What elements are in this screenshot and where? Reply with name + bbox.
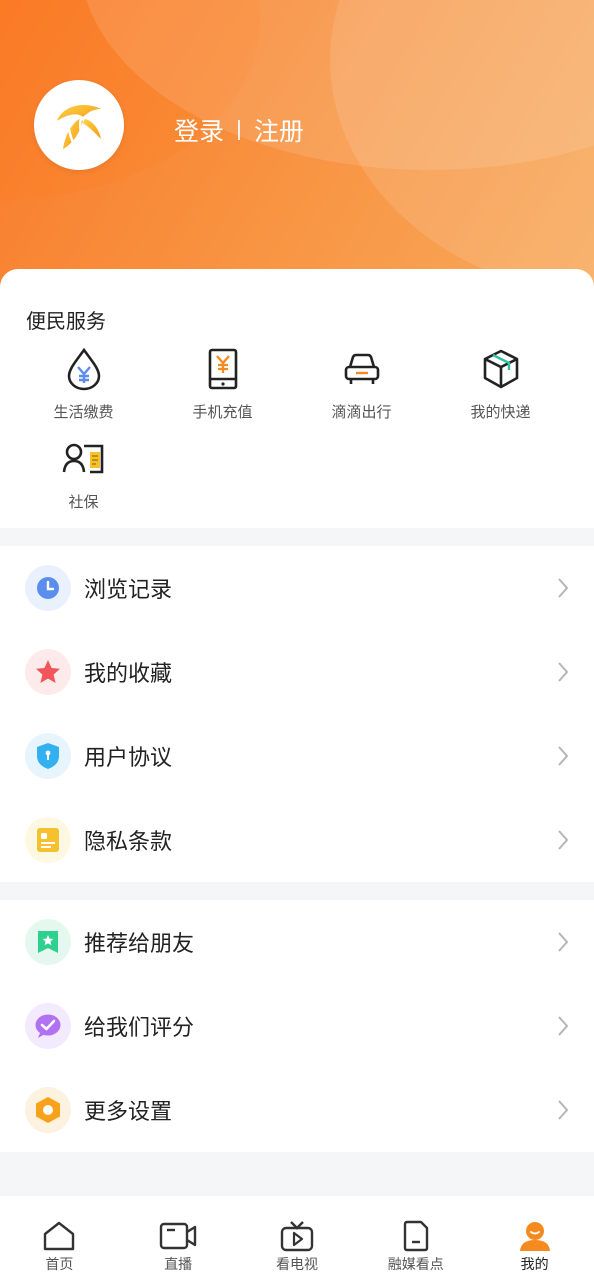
tab-home[interactable]: 首页 xyxy=(0,1196,119,1280)
tv-icon xyxy=(280,1221,314,1252)
water-drop-yuan-icon xyxy=(67,347,100,391)
service-didi-ride[interactable]: 滴滴出行 xyxy=(292,347,431,422)
chat-check-icon xyxy=(35,1014,61,1038)
tab-label: 融媒看点 xyxy=(387,1257,444,1273)
menu-item-recommend[interactable]: 推荐给朋友 xyxy=(0,900,594,984)
header-decoration xyxy=(330,0,594,300)
menu-icon-bg xyxy=(25,919,71,965)
menu-icon-bg xyxy=(25,1087,71,1133)
profile-header: 登录 注册 xyxy=(0,0,594,300)
service-my-express[interactable]: 我的快递 xyxy=(431,347,570,422)
menu-item-favorites[interactable]: 我的收藏 xyxy=(0,630,594,714)
service-label: 生活缴费 xyxy=(53,403,114,421)
service-phone-recharge[interactable]: 手机充值 xyxy=(153,347,292,422)
service-label: 社保 xyxy=(68,493,99,511)
menu-item-user-agreement[interactable]: 用户协议 xyxy=(0,714,594,798)
menu-label: 用户协议 xyxy=(84,746,173,771)
login-register-group: 登录 注册 xyxy=(174,112,304,148)
video-camera-icon xyxy=(159,1222,197,1250)
clock-icon xyxy=(37,577,59,599)
service-label: 手机充值 xyxy=(192,403,253,421)
chevron-right-icon xyxy=(558,746,569,766)
tab-watch-tv[interactable]: 看电视 xyxy=(238,1196,357,1280)
services-title: 便民服务 xyxy=(26,309,106,333)
chevron-right-icon xyxy=(558,1100,569,1120)
chevron-right-icon xyxy=(558,932,569,952)
tab-media-highlights[interactable]: 融媒看点 xyxy=(356,1196,475,1280)
login-link[interactable]: 登录 xyxy=(174,112,224,148)
menu-item-history[interactable]: 浏览记录 xyxy=(0,546,594,630)
home-icon xyxy=(44,1221,75,1251)
menu-item-privacy[interactable]: 隐私条款 xyxy=(0,798,594,882)
bookmark-star-icon xyxy=(38,931,58,953)
service-label: 我的快递 xyxy=(470,403,531,421)
hexagon-gear-icon xyxy=(36,1097,60,1123)
service-social-security[interactable]: 社保 xyxy=(14,437,153,512)
car-icon xyxy=(344,353,379,384)
menu-group-2: 推荐给朋友 给我们评分 更多设置 xyxy=(0,900,594,1152)
phone-yuan-icon xyxy=(208,348,237,390)
app-logo-icon xyxy=(57,105,101,149)
service-label: 滴滴出行 xyxy=(331,403,392,421)
menu-icon-bg xyxy=(25,565,71,611)
menu-group-1: 浏览记录 我的收藏 用户协议 隐私条款 xyxy=(0,546,594,882)
menu-label: 给我们评分 xyxy=(84,1016,195,1041)
user-icon xyxy=(519,1222,550,1251)
divider xyxy=(238,120,241,140)
menu-label: 推荐给朋友 xyxy=(84,932,195,957)
chevron-right-icon xyxy=(558,662,569,682)
tab-mine[interactable]: 我的 xyxy=(475,1196,594,1280)
shield-icon xyxy=(37,743,59,769)
id-card-icon xyxy=(62,443,103,474)
document-icon xyxy=(403,1220,428,1252)
package-icon xyxy=(483,349,518,389)
menu-icon-bg xyxy=(25,649,71,695)
register-link[interactable]: 注册 xyxy=(254,112,304,148)
bottom-tab-bar: 首页 直播 看电视 融媒看点 我的 xyxy=(0,1196,594,1280)
tab-label: 看电视 xyxy=(275,1257,318,1273)
star-icon xyxy=(36,660,60,683)
chevron-right-icon xyxy=(558,1016,569,1036)
menu-icon-bg xyxy=(25,733,71,779)
menu-item-rate-us[interactable]: 给我们评分 xyxy=(0,984,594,1068)
menu-icon-bg xyxy=(25,1003,71,1049)
menu-icon-bg xyxy=(25,817,71,863)
avatar[interactable] xyxy=(34,80,124,170)
menu-label: 隐私条款 xyxy=(84,830,173,855)
document-icon xyxy=(37,828,59,852)
tab-label: 首页 xyxy=(45,1257,74,1273)
service-utility-payment[interactable]: 生活缴费 xyxy=(14,347,153,422)
tab-label: 直播 xyxy=(164,1257,193,1273)
services-panel: 便民服务 生活缴费 手机充值 滴滴出行 我的快递 社保 xyxy=(0,269,594,528)
menu-label: 我的收藏 xyxy=(84,662,173,687)
menu-label: 更多设置 xyxy=(84,1100,173,1125)
tab-label: 我的 xyxy=(520,1257,549,1273)
chevron-right-icon xyxy=(558,578,569,598)
tab-live[interactable]: 直播 xyxy=(119,1196,238,1280)
menu-item-more-settings[interactable]: 更多设置 xyxy=(0,1068,594,1152)
chevron-right-icon xyxy=(558,830,569,850)
menu-label: 浏览记录 xyxy=(84,578,173,603)
